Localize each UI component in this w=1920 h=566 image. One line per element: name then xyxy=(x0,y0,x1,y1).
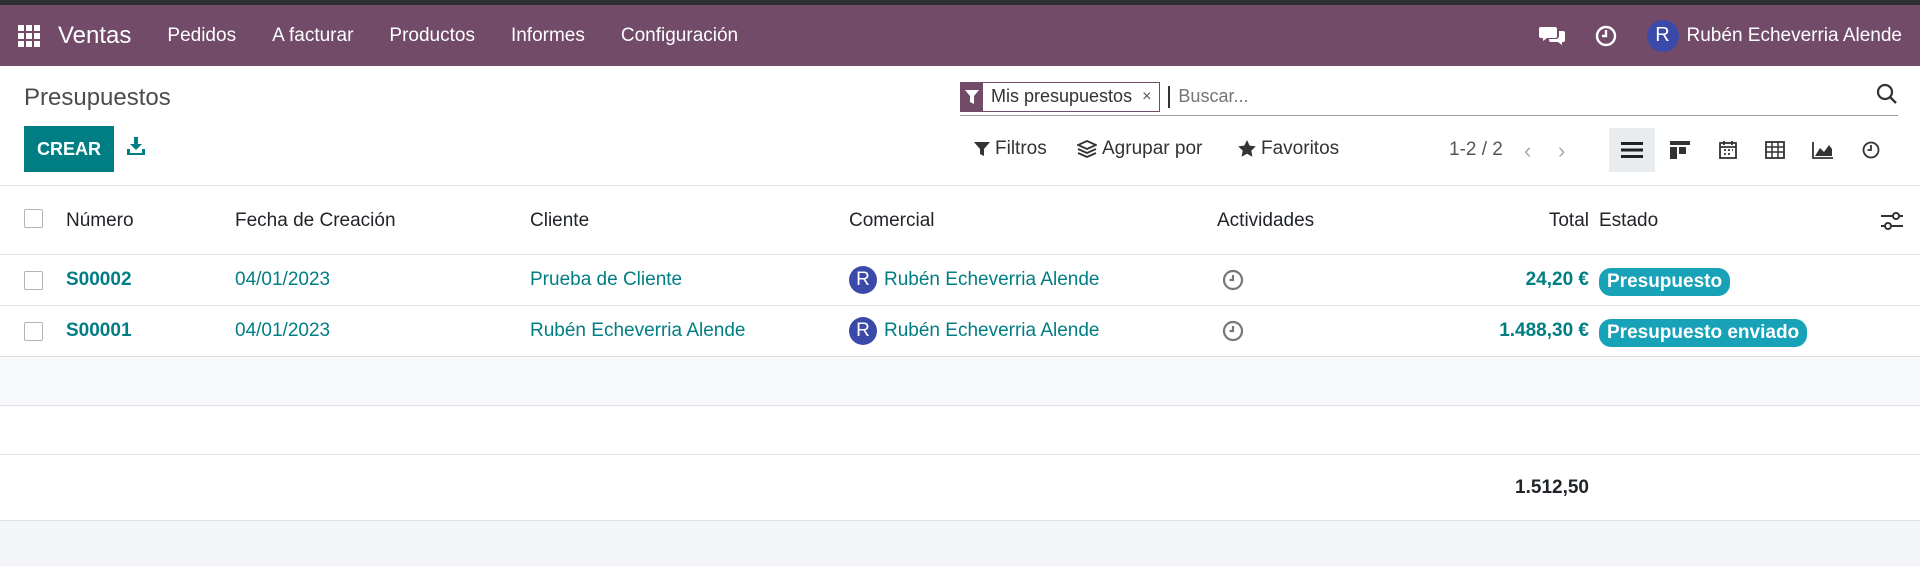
cell-total: 24,20 € xyxy=(1525,269,1589,290)
menu-a-facturar[interactable]: A facturar xyxy=(272,25,353,47)
graph-view-icon[interactable] xyxy=(1800,128,1846,172)
header-estado[interactable]: Estado xyxy=(1599,210,1658,232)
list-view: Número Fecha de Creación Cliente Comerci… xyxy=(0,186,1920,521)
facet-label: Mis presupuestos xyxy=(991,86,1133,106)
avatar[interactable]: R xyxy=(849,317,877,345)
user-name[interactable]: Rubén Echeverria Alende xyxy=(1687,25,1902,47)
apps-menu-icon[interactable] xyxy=(18,24,40,47)
header-comercial[interactable]: Comercial xyxy=(849,210,935,232)
search-input[interactable] xyxy=(1168,85,1876,108)
create-button[interactable]: CREAR xyxy=(24,126,114,172)
kanban-view-icon[interactable] xyxy=(1657,128,1703,172)
header-fecha[interactable]: Fecha de Creación xyxy=(235,210,396,232)
cell-fecha[interactable]: 04/01/2023 xyxy=(235,269,330,291)
app-name[interactable]: Ventas xyxy=(58,22,131,50)
search-bar: Mis presupuestos × xyxy=(960,78,1898,116)
page-title: Presupuestos xyxy=(24,84,171,111)
favorites-label: Favoritos xyxy=(1261,138,1340,159)
favorites-button[interactable]: Favoritos xyxy=(1238,138,1339,160)
cell-total: 1.488,30 € xyxy=(1499,320,1589,341)
activity-clock-icon[interactable] xyxy=(1222,269,1244,297)
filter-facet-icon xyxy=(961,81,983,112)
avatar[interactable]: R xyxy=(849,266,877,294)
select-all-checkbox[interactable] xyxy=(24,209,43,228)
header-total[interactable]: Total xyxy=(1549,210,1589,232)
list-view-icon[interactable] xyxy=(1609,128,1655,172)
table-row[interactable]: S00001 04/01/2023 Rubén Echeverria Alend… xyxy=(0,306,1920,357)
header-numero[interactable]: Número xyxy=(66,210,134,232)
sum-total: 1.512,50 xyxy=(1515,477,1589,498)
pager-previous-icon[interactable]: ‹ xyxy=(1524,138,1531,164)
menu-productos[interactable]: Productos xyxy=(389,25,475,47)
filter-facet: Mis presupuestos × xyxy=(960,81,1161,112)
pivot-view-icon[interactable] xyxy=(1752,128,1798,172)
list-footer: 1.512,50 xyxy=(0,455,1920,521)
filters-label: Filtros xyxy=(995,138,1047,159)
table-row[interactable]: S00002 04/01/2023 Prueba de Cliente R Ru… xyxy=(0,255,1920,306)
header-cliente[interactable]: Cliente xyxy=(530,210,589,232)
filter-icon xyxy=(974,142,990,156)
cell-cliente[interactable]: Prueba de Cliente xyxy=(530,269,682,291)
cell-numero[interactable]: S00001 xyxy=(66,320,132,342)
list-header: Número Fecha de Creación Cliente Comerci… xyxy=(0,186,1920,255)
empty-row xyxy=(0,357,1920,406)
star-icon xyxy=(1238,140,1256,157)
main-navbar: Ventas Pedidos A facturar Productos Info… xyxy=(0,5,1920,66)
row-checkbox[interactable] xyxy=(24,271,43,290)
status-badge: Presupuesto xyxy=(1599,268,1731,296)
cell-comercial[interactable]: Rubén Echeverria Alende xyxy=(884,320,1099,342)
groupby-button[interactable]: Agrupar por xyxy=(1077,138,1202,160)
pager-value[interactable]: 1-2 / 2 xyxy=(1449,139,1503,161)
cell-cliente[interactable]: Rubén Echeverria Alende xyxy=(530,320,745,342)
pager-next-icon[interactable]: › xyxy=(1558,138,1565,164)
cell-fecha[interactable]: 04/01/2023 xyxy=(235,320,330,342)
optional-columns-icon[interactable] xyxy=(1881,211,1903,237)
activity-view-icon[interactable] xyxy=(1848,128,1894,172)
cell-numero[interactable]: S00002 xyxy=(66,269,132,291)
menu-informes[interactable]: Informes xyxy=(511,25,585,47)
activity-clock-icon[interactable] xyxy=(1595,25,1617,47)
menu-pedidos[interactable]: Pedidos xyxy=(167,25,236,47)
facet-remove-icon[interactable]: × xyxy=(1142,88,1159,106)
layers-icon xyxy=(1077,140,1097,158)
groupby-label: Agrupar por xyxy=(1102,138,1203,159)
row-checkbox[interactable] xyxy=(24,322,43,341)
search-icon[interactable] xyxy=(1876,83,1898,110)
filters-button[interactable]: Filtros xyxy=(974,138,1047,160)
chat-icon[interactable] xyxy=(1538,25,1565,47)
status-badge: Presupuesto enviado xyxy=(1599,319,1808,347)
user-avatar[interactable]: R xyxy=(1646,19,1679,52)
calendar-view-icon[interactable] xyxy=(1705,128,1751,172)
menu-configuracion[interactable]: Configuración xyxy=(621,25,738,47)
download-icon[interactable] xyxy=(126,136,146,161)
header-actividades[interactable]: Actividades xyxy=(1217,210,1314,232)
activity-clock-icon[interactable] xyxy=(1222,320,1244,348)
empty-row xyxy=(0,406,1920,455)
cell-comercial[interactable]: Rubén Echeverria Alende xyxy=(884,269,1099,291)
